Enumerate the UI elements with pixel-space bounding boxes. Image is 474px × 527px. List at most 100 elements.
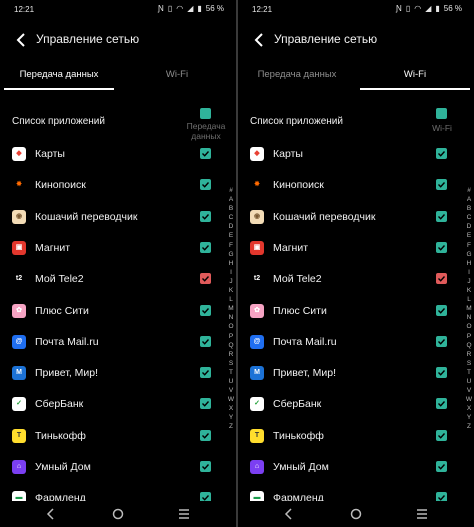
tab-wifi[interactable]: Wi-Fi [356,62,474,90]
alphabet-letter[interactable]: W [464,395,474,404]
alphabet-letter[interactable]: B [464,204,474,213]
app-checkbox[interactable] [436,398,447,410]
app-checkbox[interactable] [200,367,211,379]
select-all-checkbox[interactable] [436,108,447,119]
list-item[interactable]: t2 Мой Tele2 [0,265,236,296]
nav-home-icon[interactable] [350,508,362,520]
list-item[interactable]: Т Тинькофф [238,422,474,453]
alphabet-letter[interactable]: M [464,304,474,313]
alphabet-index[interactable]: # A B C D E F G H I J K L M N O P Q R S T U V W X Y Z [226,186,236,432]
list-item[interactable]: ✿ Плюс Сити [0,297,236,328]
alphabet-letter[interactable]: I [226,268,236,277]
alphabet-letter[interactable]: L [464,295,474,304]
alphabet-letter[interactable]: P [464,332,474,341]
alphabet-letter[interactable]: I [464,268,474,277]
list-item[interactable]: ✿ Плюс Сити [238,297,474,328]
list-item[interactable]: ✓ СберБанк [0,390,236,421]
alphabet-letter[interactable]: L [226,295,236,304]
list-item[interactable]: ▣ Магнит [0,234,236,265]
alphabet-letter[interactable]: T [226,368,236,377]
alphabet-letter[interactable]: E [464,231,474,240]
alphabet-letter[interactable]: D [464,222,474,231]
list-item[interactable]: @ Почта Mail.ru [0,328,236,359]
alphabet-letter[interactable]: V [464,386,474,395]
app-checkbox[interactable] [200,335,211,347]
select-all-checkbox[interactable] [200,108,211,119]
list-item[interactable]: ◆ Карты [238,140,474,171]
alphabet-index[interactable]: # A B C D E F G H I J K L M N O P Q R S T U V W X Y Z [464,186,474,432]
alphabet-letter[interactable]: S [226,359,236,368]
alphabet-letter[interactable]: Y [226,413,236,422]
alphabet-letter[interactable]: N [464,313,474,322]
app-checkbox[interactable] [200,398,211,410]
alphabet-letter[interactable]: N [226,313,236,322]
app-checkbox[interactable] [200,304,211,316]
app-checkbox[interactable] [436,304,447,316]
list-item[interactable]: ✓ СберБанк [238,390,474,421]
app-checkbox[interactable] [436,461,447,472]
alphabet-letter[interactable]: T [464,368,474,377]
tab-data[interactable]: Передача данных [0,62,118,90]
alphabet-letter[interactable]: E [226,231,236,240]
alphabet-letter[interactable]: C [464,213,474,222]
list-item[interactable]: М Привет, Мир! [0,359,236,390]
alphabet-letter[interactable]: V [226,386,236,395]
alphabet-letter[interactable]: K [464,286,474,295]
app-checkbox[interactable] [436,148,447,159]
app-checkbox[interactable] [436,367,447,379]
app-checkbox[interactable] [200,241,211,253]
alphabet-letter[interactable]: G [464,250,474,259]
nav-home-icon[interactable] [112,508,124,520]
list-item[interactable]: М Привет, Мир! [238,359,474,390]
alphabet-letter[interactable]: Y [464,413,474,422]
app-checkbox[interactable] [200,179,211,191]
alphabet-letter[interactable]: J [226,277,236,286]
app-checkbox[interactable] [200,429,211,441]
alphabet-letter[interactable]: # [464,186,474,195]
alphabet-letter[interactable]: G [226,250,236,259]
alphabet-letter[interactable]: O [226,322,236,331]
alphabet-letter[interactable]: H [226,259,236,268]
list-item[interactable]: Т Тинькофф [0,422,236,453]
alphabet-letter[interactable]: R [464,350,474,359]
list-item[interactable]: ◉ Кошачий переводчик [238,203,474,234]
list-item[interactable]: ✸ Кинопоиск [238,171,474,202]
alphabet-letter[interactable]: W [226,395,236,404]
alphabet-letter[interactable]: X [226,404,236,413]
app-checkbox[interactable] [200,273,211,285]
app-checkbox[interactable] [200,148,211,159]
alphabet-letter[interactable]: C [226,213,236,222]
alphabet-letter[interactable]: X [464,404,474,413]
list-item[interactable]: ◆ Карты [0,140,236,171]
list-item[interactable]: ✸ Кинопоиск [0,171,236,202]
alphabet-letter[interactable]: H [464,259,474,268]
alphabet-letter[interactable]: B [226,204,236,213]
alphabet-letter[interactable]: Z [226,422,236,431]
list-item[interactable]: ◉ Кошачий переводчик [0,203,236,234]
nav-recents-icon[interactable] [416,509,428,519]
list-item[interactable]: ▣ Магнит [238,234,474,265]
list-item[interactable]: t2 Мой Tele2 [238,265,474,296]
alphabet-letter[interactable]: M [226,304,236,313]
app-checkbox[interactable] [200,210,211,222]
nav-back-icon[interactable] [45,508,57,520]
list-item[interactable]: @ Почта Mail.ru [238,328,474,359]
tab-wifi[interactable]: Wi-Fi [118,62,236,90]
app-checkbox[interactable] [436,179,447,191]
alphabet-letter[interactable]: U [464,377,474,386]
alphabet-letter[interactable]: R [226,350,236,359]
alphabet-letter[interactable]: F [226,241,236,250]
list-item[interactable]: ⌂ Умный Дом [238,453,474,484]
nav-back-icon[interactable] [283,508,295,520]
alphabet-letter[interactable]: D [226,222,236,231]
alphabet-letter[interactable]: A [464,195,474,204]
tab-data[interactable]: Передача данных [238,62,356,90]
alphabet-letter[interactable]: Z [464,422,474,431]
alphabet-letter[interactable]: S [464,359,474,368]
app-checkbox[interactable] [436,335,447,347]
back-arrow-icon[interactable] [14,30,30,50]
alphabet-letter[interactable]: F [464,241,474,250]
app-checkbox[interactable] [436,273,447,285]
back-arrow-icon[interactable] [252,30,268,50]
list-item[interactable]: ⌂ Умный Дом [0,453,236,484]
